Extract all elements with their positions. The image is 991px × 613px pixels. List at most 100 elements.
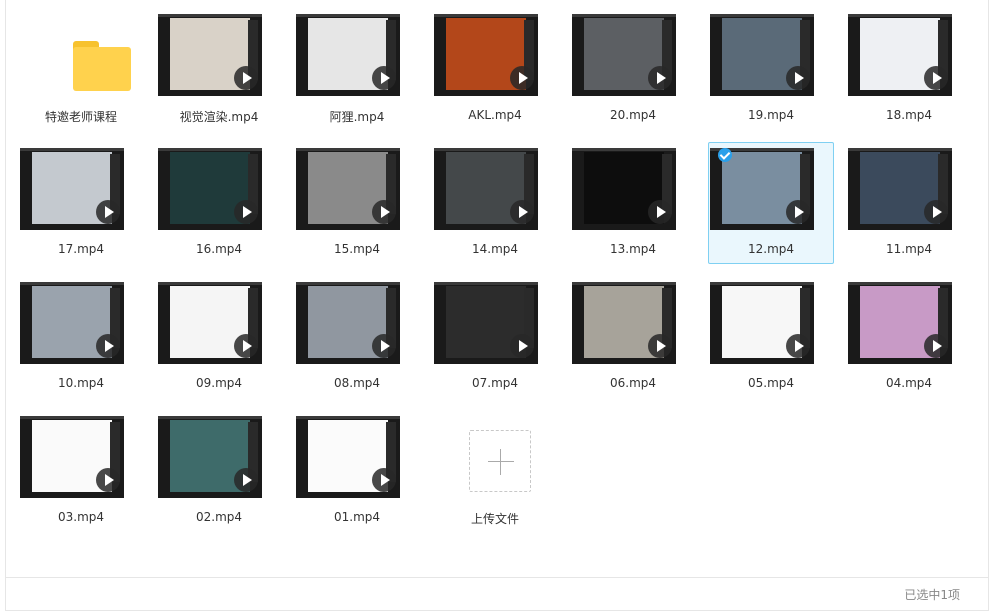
video-thumbnail xyxy=(434,282,538,364)
video-file-name: 13.mp4 xyxy=(609,242,657,256)
video-thumbnail xyxy=(20,282,124,364)
video-thumbnail xyxy=(710,282,814,364)
play-icon[interactable] xyxy=(234,66,258,90)
video-file-name: 03.mp4 xyxy=(57,510,105,524)
play-icon[interactable] xyxy=(96,200,120,224)
play-icon[interactable] xyxy=(924,334,948,358)
play-icon[interactable] xyxy=(372,66,396,90)
video-thumbnail xyxy=(158,416,262,498)
video-file-name: 10.mp4 xyxy=(57,376,105,390)
video-thumbnail xyxy=(710,14,814,96)
video-thumbnail xyxy=(20,148,124,230)
folder-item[interactable]: 特邀老师课程 xyxy=(18,8,144,130)
selection-status: 已选中1项 xyxy=(904,588,960,602)
video-thumbnail xyxy=(296,14,400,96)
video-file-name: 16.mp4 xyxy=(195,242,243,256)
video-file-item[interactable]: 18.mp4 xyxy=(846,8,972,130)
video-file-item[interactable]: 11.mp4 xyxy=(846,142,972,264)
video-file-name: 阿狸.mp4 xyxy=(329,110,385,124)
play-icon[interactable] xyxy=(96,468,120,492)
video-file-item[interactable]: 14.mp4 xyxy=(432,142,558,264)
video-file-item[interactable]: 16.mp4 xyxy=(156,142,282,264)
video-thumbnail xyxy=(296,282,400,364)
video-file-item[interactable]: 17.mp4 xyxy=(18,142,144,264)
video-file-item[interactable]: 09.mp4 xyxy=(156,276,282,398)
video-file-name: 07.mp4 xyxy=(471,376,519,390)
play-icon[interactable] xyxy=(786,200,810,224)
plus-icon xyxy=(469,430,531,492)
video-file-item[interactable]: 12.mp4 xyxy=(708,142,834,264)
video-file-item[interactable]: 01.mp4 xyxy=(294,410,420,532)
video-file-item[interactable]: AKL.mp4 xyxy=(432,8,558,130)
video-thumbnail xyxy=(848,148,952,230)
video-thumbnail xyxy=(848,14,952,96)
video-file-name: 06.mp4 xyxy=(609,376,657,390)
play-icon[interactable] xyxy=(510,66,534,90)
video-thumbnail xyxy=(572,282,676,364)
video-file-name: 11.mp4 xyxy=(885,242,933,256)
video-thumbnail xyxy=(158,148,262,230)
play-icon[interactable] xyxy=(234,468,258,492)
video-file-item[interactable]: 06.mp4 xyxy=(570,276,696,398)
play-icon[interactable] xyxy=(510,200,534,224)
video-file-name: 04.mp4 xyxy=(885,376,933,390)
video-thumbnail xyxy=(572,148,676,230)
video-thumbnail xyxy=(572,14,676,96)
video-file-item[interactable]: 19.mp4 xyxy=(708,8,834,130)
video-file-item[interactable]: 07.mp4 xyxy=(432,276,558,398)
folder-label: 特邀老师课程 xyxy=(44,110,117,124)
video-thumbnail xyxy=(296,148,400,230)
play-icon[interactable] xyxy=(786,334,810,358)
play-icon[interactable] xyxy=(372,468,396,492)
video-thumbnail xyxy=(158,14,262,96)
video-file-name: 17.mp4 xyxy=(57,242,105,256)
video-file-name: 15.mp4 xyxy=(333,242,381,256)
play-icon[interactable] xyxy=(786,66,810,90)
status-bar: 已选中1项 xyxy=(6,577,988,611)
upload-label: 上传文件 xyxy=(470,512,519,526)
video-file-item[interactable]: 05.mp4 xyxy=(708,276,834,398)
video-file-name: 05.mp4 xyxy=(747,376,795,390)
video-file-name: 18.mp4 xyxy=(885,108,933,122)
play-icon[interactable] xyxy=(924,200,948,224)
video-file-item[interactable]: 13.mp4 xyxy=(570,142,696,264)
play-icon[interactable] xyxy=(648,200,672,224)
checkmark-icon[interactable] xyxy=(718,148,732,162)
play-icon[interactable] xyxy=(648,66,672,90)
video-file-name: 19.mp4 xyxy=(747,108,795,122)
video-file-name: 视觉渲染.mp4 xyxy=(179,110,259,124)
video-file-item[interactable]: 03.mp4 xyxy=(18,410,144,532)
play-icon[interactable] xyxy=(372,200,396,224)
video-file-item[interactable]: 阿狸.mp4 xyxy=(294,8,420,130)
video-file-item[interactable]: 10.mp4 xyxy=(18,276,144,398)
video-file-name: 08.mp4 xyxy=(333,376,381,390)
video-file-name: 12.mp4 xyxy=(747,242,795,256)
video-file-name: 14.mp4 xyxy=(471,242,519,256)
video-file-name: 02.mp4 xyxy=(195,510,243,524)
play-icon[interactable] xyxy=(372,334,396,358)
video-file-item[interactable]: 20.mp4 xyxy=(570,8,696,130)
file-grid: 特邀老师课程 视觉渲染.mp4 阿狸.mp4 AKL.mp4 20.mp4 19.mp4 1… xyxy=(0,0,991,575)
folder-icon xyxy=(71,41,133,93)
video-thumbnail xyxy=(296,416,400,498)
play-icon[interactable] xyxy=(234,200,258,224)
upload-file-button[interactable]: 上传文件 xyxy=(432,410,558,532)
video-file-name: AKL.mp4 xyxy=(468,108,522,122)
video-thumbnail xyxy=(158,282,262,364)
video-thumbnail xyxy=(20,416,124,498)
video-thumbnail xyxy=(434,148,538,230)
play-icon[interactable] xyxy=(510,334,534,358)
video-file-item[interactable]: 视觉渲染.mp4 xyxy=(156,8,282,130)
video-file-item[interactable]: 02.mp4 xyxy=(156,410,282,532)
play-icon[interactable] xyxy=(96,334,120,358)
video-thumbnail xyxy=(848,282,952,364)
play-icon[interactable] xyxy=(924,66,948,90)
play-icon[interactable] xyxy=(648,334,672,358)
video-file-name: 20.mp4 xyxy=(609,108,657,122)
play-icon[interactable] xyxy=(234,334,258,358)
video-file-name: 01.mp4 xyxy=(333,510,381,524)
video-thumbnail xyxy=(434,14,538,96)
video-file-item[interactable]: 08.mp4 xyxy=(294,276,420,398)
video-file-item[interactable]: 04.mp4 xyxy=(846,276,972,398)
video-file-item[interactable]: 15.mp4 xyxy=(294,142,420,264)
